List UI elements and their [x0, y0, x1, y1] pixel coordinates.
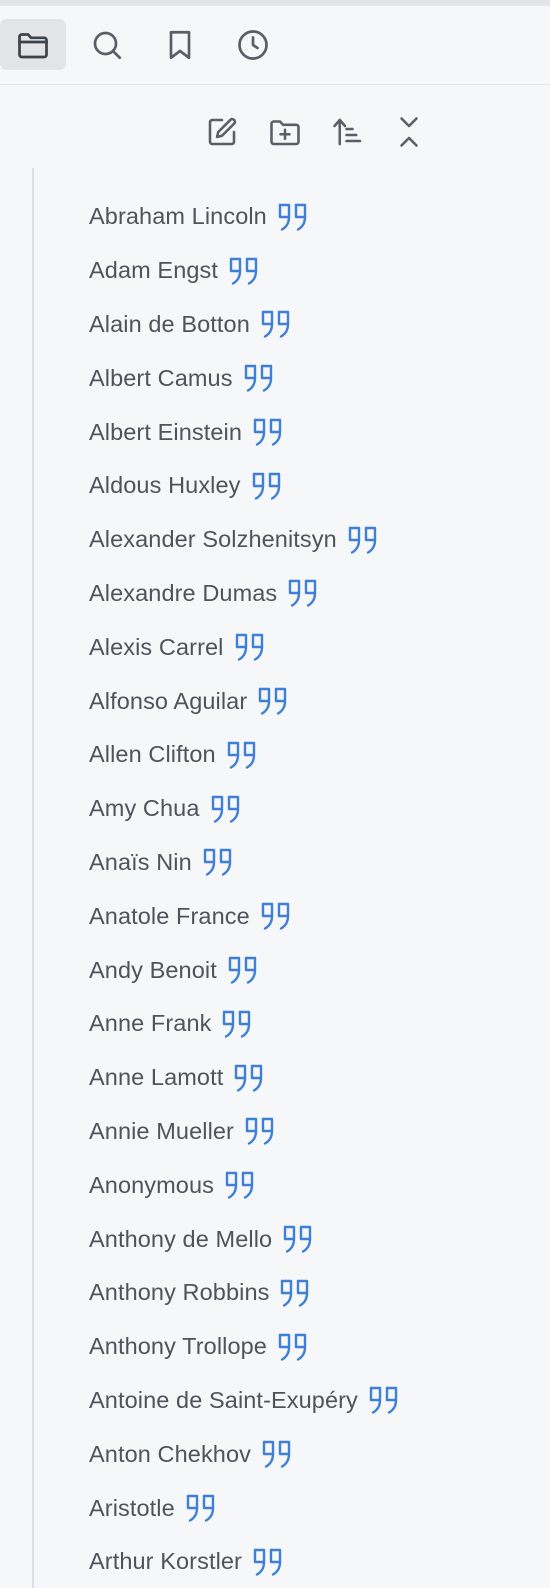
quote-icon	[244, 1115, 278, 1147]
tree-item-label: Anthony de Mello	[89, 1225, 273, 1252]
tree-item[interactable]: Albert Einstein	[89, 405, 550, 459]
tree-item[interactable]: Alexander Solzhenitsyn	[89, 513, 550, 567]
tree-item[interactable]: Anaïs Nin	[89, 836, 550, 890]
file-tree: Abraham Lincoln Adam Engst Alain de Botton…	[89, 190, 550, 1588]
new-note-button[interactable]	[202, 112, 242, 152]
tree-item-label: Antoine de Saint-Exupéry	[89, 1386, 358, 1413]
quote-icon	[210, 793, 244, 825]
quote-icon	[227, 954, 261, 986]
tree-item[interactable]: Aristotle	[89, 1481, 550, 1535]
tree-item-label: Adam Engst	[89, 257, 219, 284]
tree-item[interactable]: Anatole France	[89, 889, 550, 943]
quote-icon	[260, 308, 294, 340]
sort-ascending-icon	[333, 118, 362, 146]
tree-item-label: Annie Mueller	[89, 1117, 234, 1144]
tree-item-label: Andy Benoit	[89, 956, 217, 983]
quote-icon	[282, 1223, 316, 1255]
tree-item[interactable]: Adam Engst	[89, 244, 550, 298]
quote-icon	[347, 524, 381, 556]
tree-item[interactable]: Anne Lamott	[89, 1051, 550, 1105]
tree-item-label: Anatole France	[89, 902, 250, 929]
tree-item[interactable]: Alexandre Dumas	[89, 567, 550, 621]
explorer-toolbar	[0, 112, 550, 152]
collapse-icon	[400, 117, 418, 147]
tree-item[interactable]: Annie Mueller	[89, 1105, 550, 1159]
sort-button[interactable]	[328, 112, 368, 152]
tree-item-label: Arthur Korstler	[89, 1548, 242, 1575]
quote-icon	[368, 1384, 402, 1416]
folder-plus-icon	[270, 120, 300, 146]
quote-icon	[257, 685, 291, 717]
folder-icon	[18, 32, 48, 58]
quote-icon	[228, 255, 262, 287]
tree-item-label: Anne Frank	[89, 1010, 212, 1037]
quote-icon	[279, 1277, 313, 1309]
tree-item-label: Albert Einstein	[89, 418, 243, 445]
quote-icon	[234, 631, 268, 663]
tree-item-label: Anthony Robbins	[89, 1279, 270, 1306]
quote-icon	[260, 900, 294, 932]
quote-icon	[185, 1492, 219, 1524]
tree-item[interactable]: Albert Camus	[89, 351, 550, 405]
quote-icon	[202, 846, 236, 878]
tree-item[interactable]: Abraham Lincoln	[89, 190, 550, 244]
tree-item[interactable]: Aldous Huxley	[89, 459, 550, 513]
quote-icon	[252, 416, 286, 448]
tree-item[interactable]: Antoine de Saint-Exupéry	[89, 1374, 550, 1428]
search-icon	[93, 31, 122, 59]
tree-item-label: Alfonso Aguilar	[89, 687, 248, 714]
tree-item-label: Allen Clifton	[89, 741, 216, 768]
tree-item-label: Anton Chekhov	[89, 1440, 251, 1467]
edit-icon	[208, 117, 237, 146]
tab-search[interactable]	[74, 19, 140, 70]
quote-icon	[233, 1062, 267, 1094]
quote-icon	[277, 1331, 311, 1363]
tree-item[interactable]: Anthony de Mello	[89, 1212, 550, 1266]
tree-item[interactable]: Anthony Trollope	[89, 1320, 550, 1374]
quote-icon	[226, 739, 260, 771]
tab-files[interactable]	[0, 19, 66, 70]
tree-item-label: Anaïs Nin	[89, 848, 192, 875]
tree-item-label: Alain de Botton	[89, 310, 250, 337]
quote-icon	[224, 1169, 258, 1201]
quote-icon	[261, 1438, 295, 1470]
bookmark-icon	[169, 30, 191, 59]
quote-icon	[287, 577, 321, 609]
tree-indent-guide	[32, 168, 34, 1588]
tab-recent[interactable]	[220, 19, 286, 70]
tree-item[interactable]: Amy Chua	[89, 782, 550, 836]
clock-icon	[238, 29, 268, 60]
tree-item-label: Albert Camus	[89, 364, 233, 391]
tree-item-label: Aristotle	[89, 1494, 175, 1521]
tree-item-label: Alexander Solzhenitsyn	[89, 526, 337, 553]
new-folder-button[interactable]	[265, 112, 305, 152]
tree-item-label: Alexis Carrel	[89, 633, 224, 660]
tree-item-label: Amy Chua	[89, 795, 200, 822]
tree-item-label: Anthony Trollope	[89, 1333, 267, 1360]
tree-item[interactable]: Anton Chekhov	[89, 1427, 550, 1481]
tree-item-label: Abraham Lincoln	[89, 203, 267, 230]
tree-item[interactable]: Andy Benoit	[89, 943, 550, 997]
tree-item[interactable]: Arthur Korstler	[89, 1535, 550, 1588]
tree-item[interactable]: Anonymous	[89, 1158, 550, 1212]
tree-item-label: Anonymous	[89, 1171, 214, 1198]
sidebar-tab-bar	[0, 6, 550, 85]
tree-item[interactable]: Anne Frank	[89, 997, 550, 1051]
quote-icon	[221, 1008, 255, 1040]
tree-item[interactable]: Alain de Botton	[89, 298, 550, 352]
quote-icon	[252, 1546, 286, 1578]
tree-item[interactable]: Alfonso Aguilar	[89, 674, 550, 728]
tab-bookmarks[interactable]	[147, 19, 213, 70]
collapse-all-button[interactable]	[389, 112, 429, 152]
tree-item[interactable]: Alexis Carrel	[89, 620, 550, 674]
tree-item-label: Alexandre Dumas	[89, 579, 278, 606]
tree-item-label: Aldous Huxley	[89, 472, 241, 499]
quote-icon	[251, 470, 285, 502]
tree-item-label: Anne Lamott	[89, 1064, 224, 1091]
quote-icon	[277, 201, 311, 233]
file-explorer-panel: Abraham Lincoln Adam Engst Alain de Botton…	[0, 0, 550, 1588]
tree-item[interactable]: Anthony Robbins	[89, 1266, 550, 1320]
quote-icon	[243, 362, 277, 394]
tree-item[interactable]: Allen Clifton	[89, 728, 550, 782]
